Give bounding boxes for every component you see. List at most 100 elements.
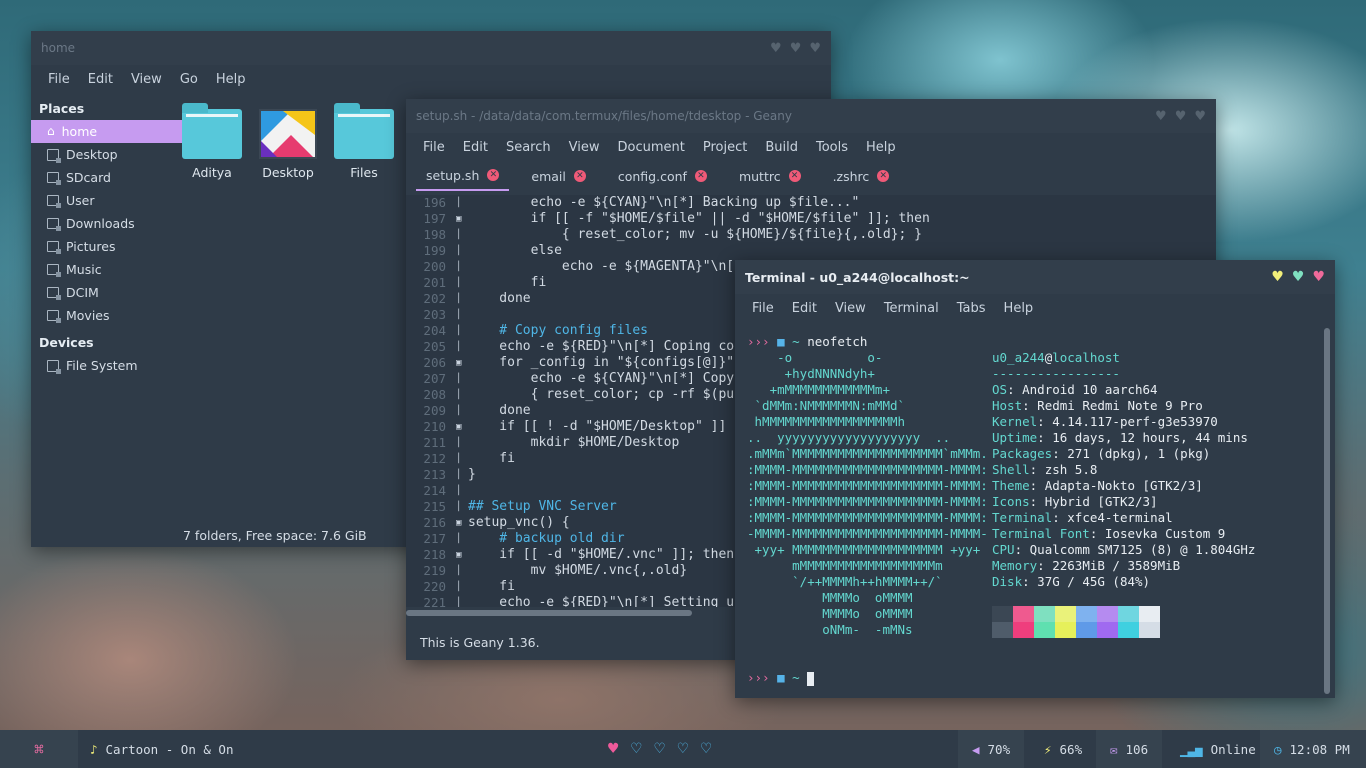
titlebar[interactable]: Terminal - u0_a244@localhost:~ ♥ ♥ ♥ [735, 260, 1335, 294]
folder-link-icon [47, 172, 61, 185]
sidebar-item-home[interactable]: ⌂ home [31, 120, 203, 143]
info-line: Uptime: 16 days, 12 hours, 44 mins [992, 430, 1248, 446]
menu-view[interactable]: View [826, 301, 875, 316]
menu-view[interactable]: View [122, 72, 171, 87]
sidebar-item-sdcard[interactable]: SDcard [31, 166, 177, 189]
tab-config-conf[interactable]: config.conf ✕ [608, 161, 717, 191]
folder-icon [47, 195, 61, 208]
minimize-heart-icon[interactable]: ♥ [770, 41, 782, 56]
tab-zshrc[interactable]: .zshrc ✕ [823, 161, 900, 191]
titlebar[interactable]: home ♥ ♥ ♥ [31, 31, 831, 65]
workspace-1-heart-icon[interactable]: ♥ [608, 739, 618, 759]
workspace-4-heart-icon[interactable]: ♡ [678, 739, 688, 759]
close-heart-icon[interactable]: ♥ [1312, 269, 1325, 285]
vertical-scrollbar[interactable] [1324, 328, 1330, 694]
sidebar-item-filesystem[interactable]: File System [31, 354, 177, 377]
menu-project[interactable]: Project [694, 140, 756, 155]
info-value: 4.14.117-perf-g3e53970 [1052, 414, 1218, 429]
logo-line: +hydNNNNdyh+ [747, 366, 875, 381]
titlebar[interactable]: setup.sh - /data/data/com.termux/files/h… [406, 99, 1216, 133]
terminal-output[interactable]: ››› ■ ~ neofetch -o o- +hydNNNNdyh+ +mMM… [735, 324, 1335, 698]
maximize-heart-icon[interactable]: ♥ [1292, 269, 1305, 285]
logo-line: -MMMM-MMMMMMMMMMMMMMMMMMMM-MMMM- [747, 526, 988, 541]
menu-help[interactable]: Help [857, 140, 905, 155]
sidebar-item-desktop[interactable]: Desktop [31, 143, 177, 166]
maximize-heart-icon[interactable]: ♥ [790, 41, 802, 56]
info-key: Icons [992, 494, 1030, 509]
fold-marker: │ [456, 534, 462, 544]
menu-build[interactable]: Build [756, 140, 807, 155]
close-tab-icon[interactable]: ✕ [694, 170, 707, 182]
music-widget[interactable]: ♪ Cartoon - On & On [90, 730, 233, 768]
clock-widget[interactable]: ◷ 12:08 PM [1260, 730, 1366, 768]
mail-widget[interactable]: ✉ 106 [1096, 730, 1163, 768]
menu-terminal[interactable]: Terminal [875, 301, 948, 316]
minimize-heart-icon[interactable]: ♥ [1271, 269, 1284, 285]
line-number: 210 [423, 419, 446, 434]
menu-edit[interactable]: Edit [79, 72, 122, 87]
close-heart-icon[interactable]: ♥ [1194, 109, 1206, 124]
color-swatch [1118, 606, 1139, 622]
close-tab-icon[interactable]: ✕ [487, 169, 500, 181]
menu-document[interactable]: Document [608, 140, 693, 155]
info-key: Host [992, 398, 1023, 413]
close-tab-icon[interactable]: ✕ [877, 170, 890, 182]
sidebar-item-label: Downloads [66, 216, 135, 231]
close-tab-icon[interactable]: ✕ [573, 170, 586, 182]
menu-file[interactable]: File [39, 72, 79, 87]
tab-muttrc[interactable]: muttrc ✕ [729, 161, 811, 191]
maximize-heart-icon[interactable]: ♥ [1175, 109, 1187, 124]
launcher-button[interactable]: ⌘ [0, 730, 78, 768]
sidebar-item-dcim[interactable]: DCIM [31, 281, 177, 304]
sidebar-item-movies[interactable]: Movies [31, 304, 177, 327]
info-colon: : [1014, 542, 1023, 557]
prompt-line: ››› ■ ~ neofetch [747, 334, 867, 350]
workspace-5-heart-icon[interactable]: ♡ [701, 739, 711, 759]
info-line: Icons: Hybrid [GTK2/3] [992, 494, 1158, 510]
fold-margin[interactable]: │ ▣ │ │ │ │ │ │ │ │ ▣ │ │ │ ▣ │ │ │ │ │ ▣ │ ▣ │ │ │ [456, 195, 468, 607]
minimize-heart-icon[interactable]: ♥ [1155, 109, 1167, 124]
fold-marker: │ [456, 374, 462, 384]
menu-view[interactable]: View [560, 140, 609, 155]
color-swatch [1034, 606, 1055, 622]
battery-widget[interactable]: ⚡ 66% [1044, 730, 1082, 768]
menu-tools[interactable]: Tools [807, 140, 857, 155]
file-item-aditya[interactable]: Aditya [181, 103, 243, 180]
menu-edit[interactable]: Edit [783, 301, 826, 316]
color-swatch [1034, 622, 1055, 638]
close-heart-icon[interactable]: ♥ [809, 41, 821, 56]
info-key: Shell [992, 462, 1030, 477]
sidebar-item-music[interactable]: Music [31, 258, 177, 281]
color-palette-top [992, 606, 1160, 622]
signal-icon: ▁▃▅ [1180, 741, 1203, 757]
menu-search[interactable]: Search [497, 140, 560, 155]
menu-help[interactable]: Help [207, 72, 255, 87]
sidebar-item-user[interactable]: User [31, 189, 177, 212]
menu-file[interactable]: File [743, 301, 783, 316]
file-item-files[interactable]: Files [333, 103, 395, 180]
volume-widget[interactable]: ◀ 70% [958, 730, 1025, 768]
file-item-desktop[interactable]: Desktop [257, 109, 319, 180]
network-widget[interactable]: ▁▃▅ Online [1180, 730, 1256, 768]
menu-tabs[interactable]: Tabs [948, 301, 995, 316]
workspace-switcher: ♥ ♡ ♡ ♡ ♡ [608, 730, 711, 768]
sidebar-item-label: File System [66, 358, 138, 373]
tab-email[interactable]: email ✕ [521, 161, 595, 191]
horizontal-scrollbar[interactable] [406, 610, 692, 616]
info-value: xfce4-terminal [1067, 510, 1173, 525]
menu-file[interactable]: File [414, 140, 454, 155]
info-value: zsh 5.8 [1044, 462, 1098, 477]
menu-edit[interactable]: Edit [454, 140, 497, 155]
file-view: Aditya Desktop Files [181, 103, 395, 180]
close-tab-icon[interactable]: ✕ [788, 170, 801, 182]
status-bar: 7 folders, Free space: 7.6 GiB [183, 528, 367, 543]
menu-help[interactable]: Help [995, 301, 1043, 316]
sidebar-item-pictures[interactable]: Pictures [31, 235, 177, 258]
menu-go[interactable]: Go [171, 72, 207, 87]
sidebar: Places ⌂ home Desktop SDcard User Downloa… [31, 93, 203, 547]
workspace-2-heart-icon[interactable]: ♡ [631, 739, 641, 759]
workspace-3-heart-icon[interactable]: ♡ [655, 739, 665, 759]
sidebar-item-downloads[interactable]: Downloads [31, 212, 177, 235]
home-icon: ⌂ [47, 124, 55, 138]
tab-setup-sh[interactable]: setup.sh ✕ [416, 161, 510, 191]
